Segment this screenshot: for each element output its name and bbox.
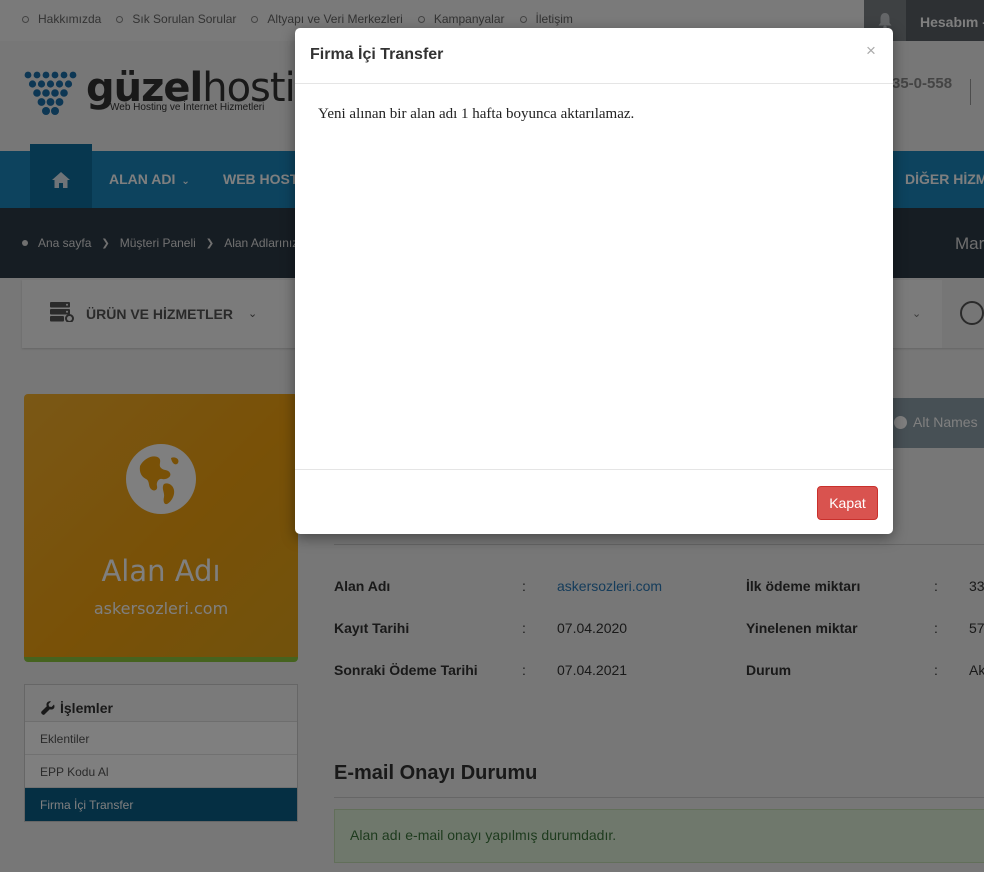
modal-header: Firma İçi Transfer ×	[295, 28, 893, 84]
modal-footer: Kapat	[295, 469, 893, 534]
transfer-modal: Firma İçi Transfer × Yeni alınan bir ala…	[295, 28, 893, 534]
close-icon[interactable]: ×	[866, 41, 876, 61]
modal-message: Yeni alınan bir alan adı 1 hafta boyunca…	[318, 106, 635, 122]
close-button[interactable]: Kapat	[817, 486, 878, 520]
modal-body: Yeni alınan bir alan adı 1 hafta boyunca…	[295, 84, 893, 470]
modal-title: Firma İçi Transfer	[310, 46, 444, 63]
